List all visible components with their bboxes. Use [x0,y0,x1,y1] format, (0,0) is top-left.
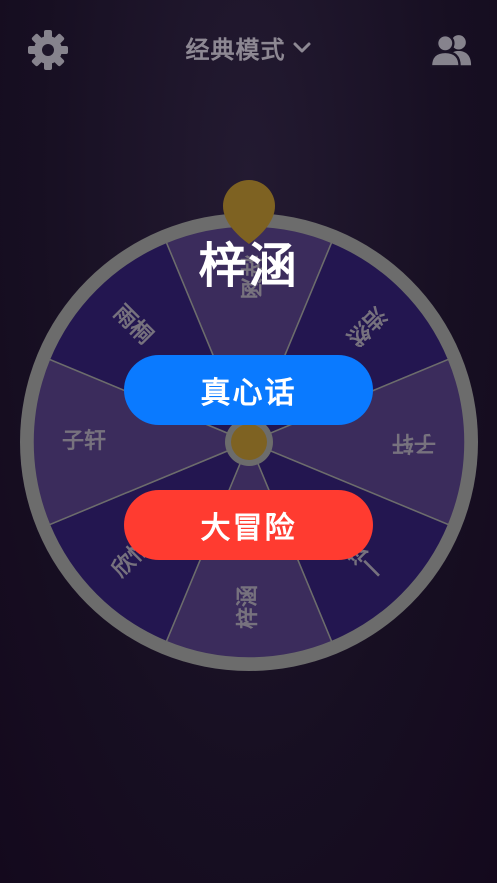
selected-player-name: 梓涵 [198,238,299,294]
truth-button-label: 真心话 [200,376,297,411]
wheel-area: 梓涵 浩然 子轩 一诺 梓涵 欣怡 子轩 雨桐 梓涵 真心话 大冒险 [0,0,497,883]
wheel-segment-label: 梓涵 [235,585,261,629]
spin-wheel[interactable]: 梓涵浩然子轩一诺梓涵欣怡子轩雨桐 [0,0,497,883]
dare-button-label: 大冒险 [200,511,297,546]
center-hub-inner [231,424,267,460]
truth-button[interactable]: 真心话 [124,355,373,425]
dare-button[interactable]: 大冒险 [124,490,373,560]
wheel-segment-label: 子轩 [62,428,106,454]
wheel-segment-label: 子轩 [392,430,436,456]
